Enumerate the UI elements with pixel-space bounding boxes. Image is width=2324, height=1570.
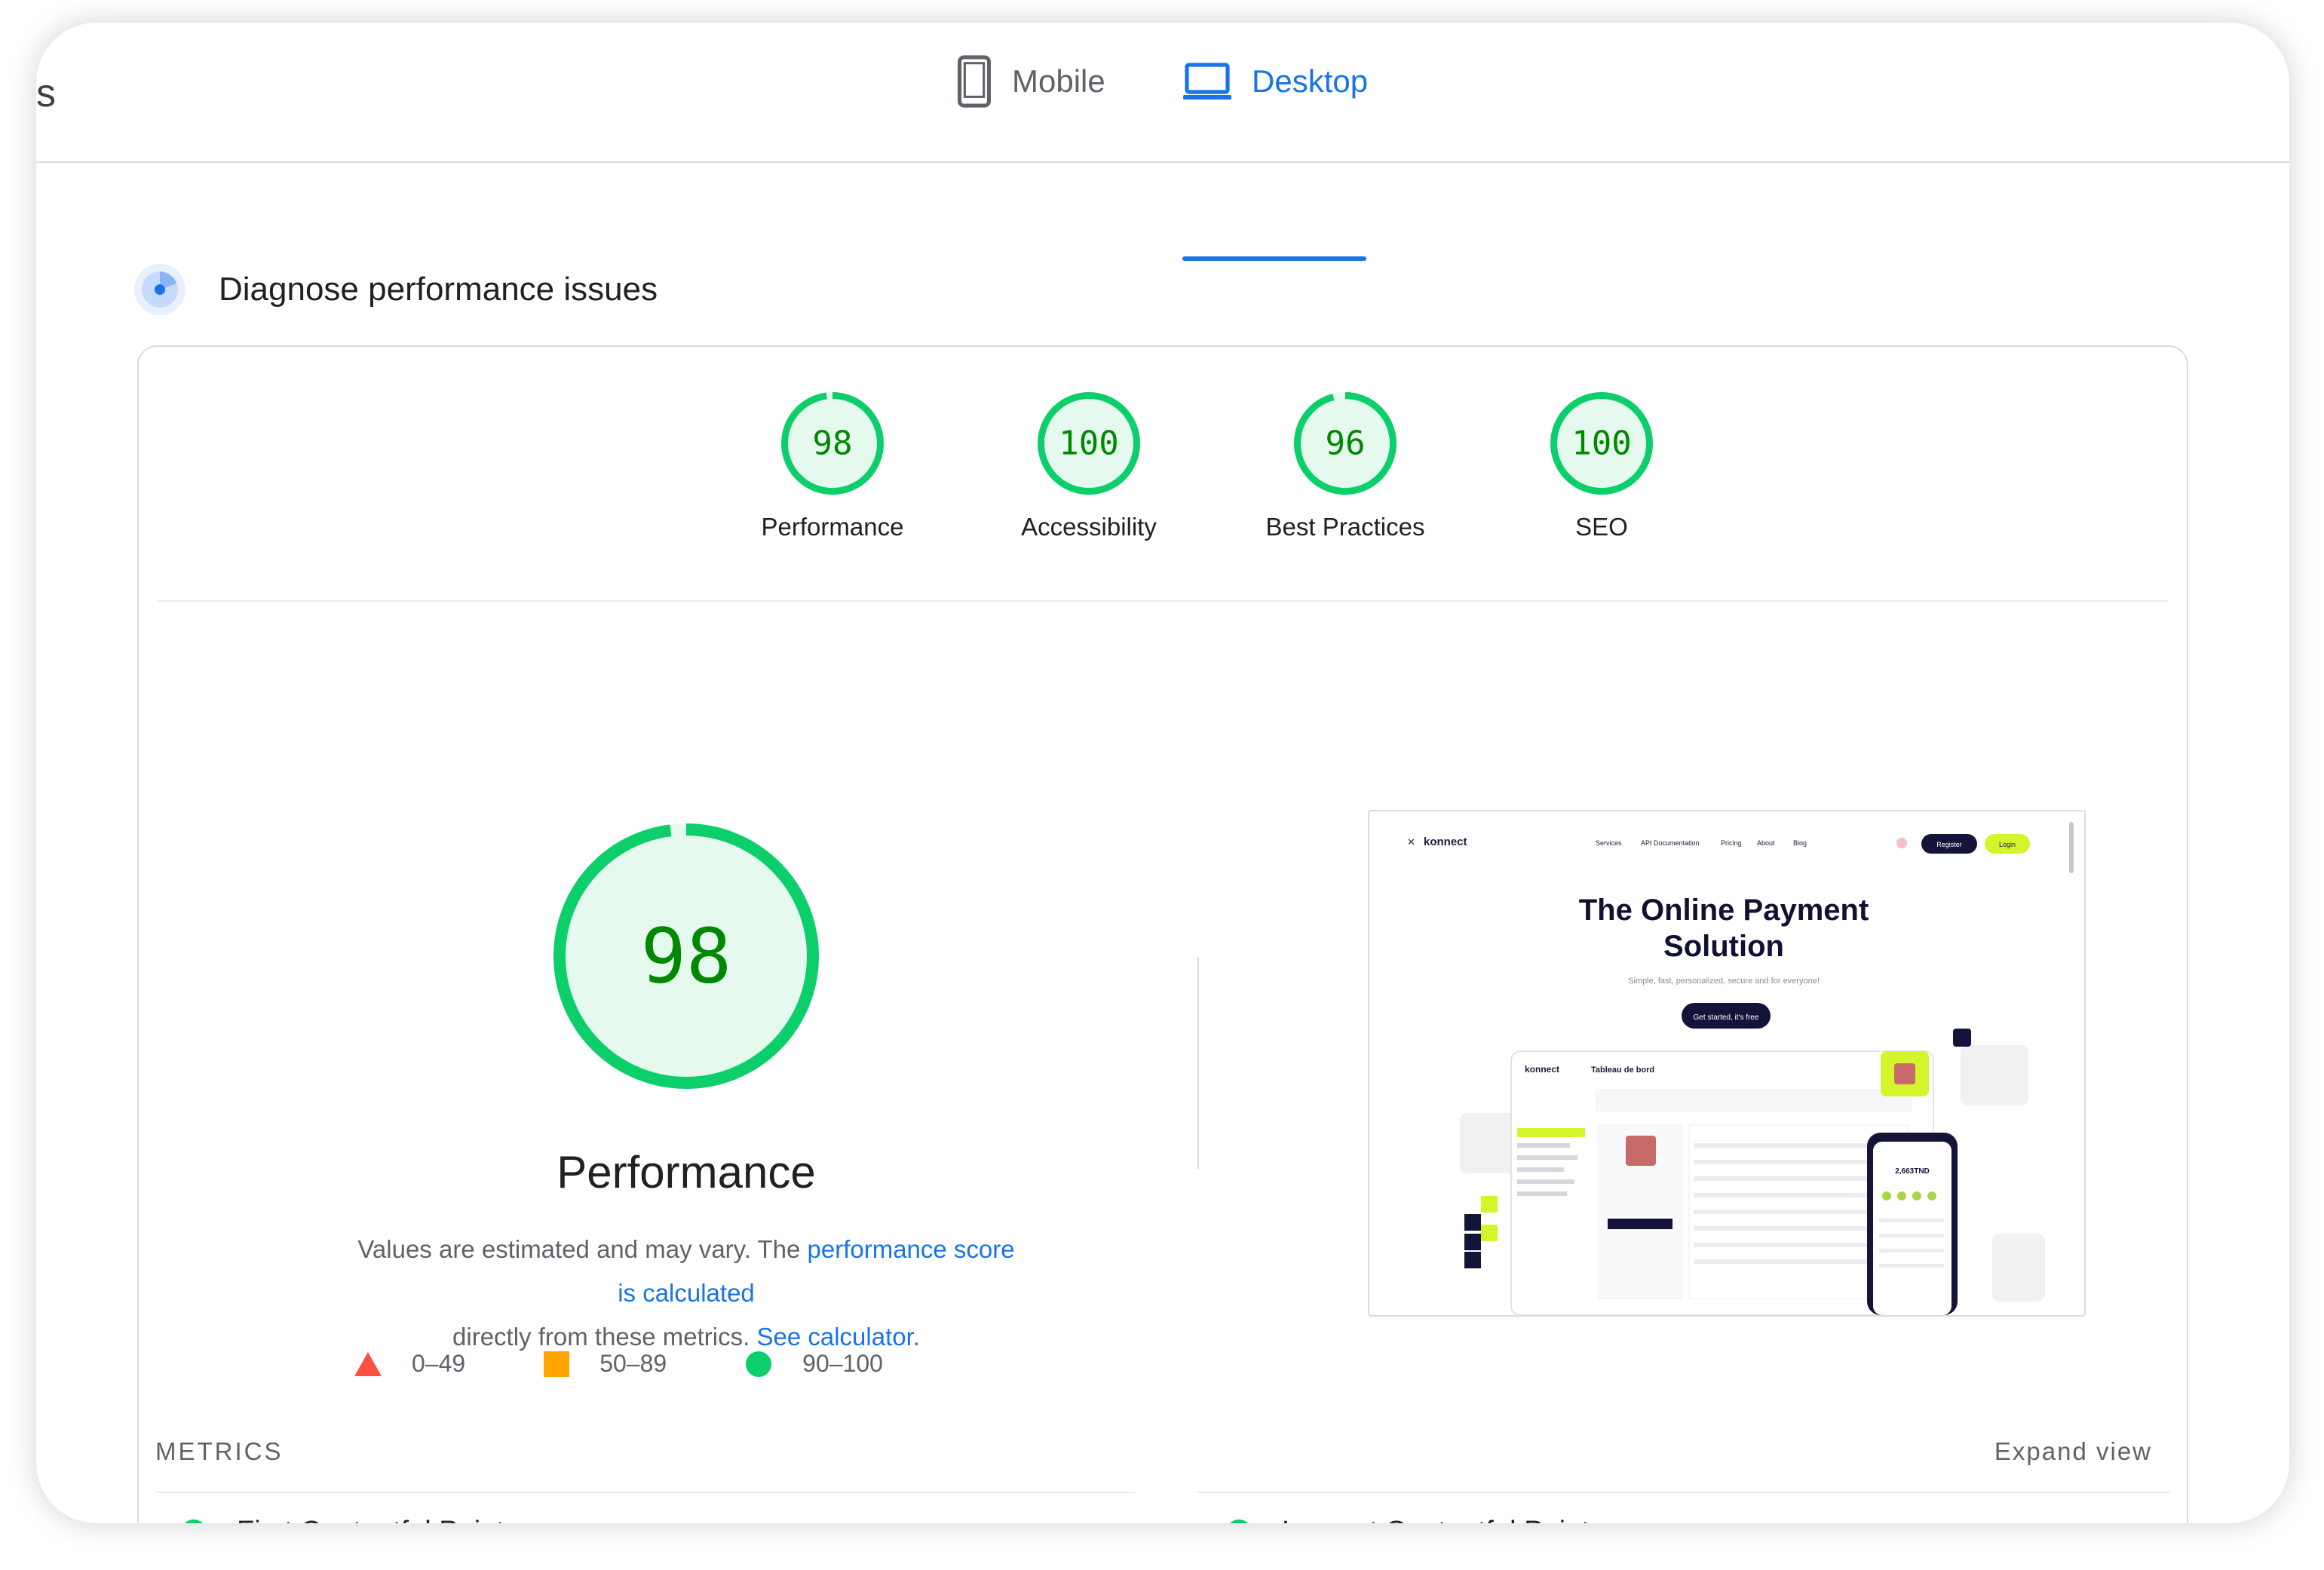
pass-dot-icon: [181, 1519, 207, 1523]
tab-mobile[interactable]: Mobile: [956, 44, 1105, 119]
vertical-divider: [1197, 958, 1199, 1169]
desc-text-3: .: [912, 1323, 920, 1351]
legend-pass: 90–100: [745, 1350, 883, 1378]
active-tab-indicator: [1182, 256, 1366, 261]
triangle-fail-icon: [354, 1351, 382, 1376]
preview-nav-api: API Documentation: [1641, 839, 1700, 847]
score-gauge-3-ring: 100: [1550, 392, 1653, 495]
see-calculator-link[interactable]: See calculator: [756, 1323, 912, 1351]
preview-phone-amount: 2,663TND: [1895, 1167, 1930, 1176]
dash-brand: konnect: [1525, 1064, 1559, 1075]
desc-text-1: Values are estimated and may vary. The: [357, 1235, 808, 1263]
legend-fail: 0–49: [354, 1350, 465, 1378]
score-gauge-1-ring: 100: [1038, 392, 1140, 495]
legend-fail-range: 0–49: [412, 1350, 466, 1377]
score-gauge-label: Accessibility: [1021, 513, 1157, 541]
score-gauge-1-value: 100: [1059, 425, 1118, 463]
desc-text-2: directly from these metrics.: [452, 1323, 757, 1351]
metric-fcp-label: First Contentful Paint: [237, 1516, 504, 1523]
performance-description: Values are estimated and may vary. The p…: [347, 1228, 1026, 1359]
preview-brand: konnect: [1424, 836, 1467, 848]
preview-register: Register: [1936, 841, 1962, 848]
preview-tagline: Simple, fast, personalized, secure and f…: [1628, 977, 1820, 986]
pass-dot-icon: [1226, 1519, 1252, 1523]
score-gauge-label: Performance: [761, 513, 904, 541]
score-gauge-2-value: 96: [1326, 425, 1366, 463]
score-gauge-label: Best Practices: [1265, 513, 1425, 541]
score-gauge-seo[interactable]: 100 SEO: [1489, 391, 1715, 541]
score-gauge-accessibility[interactable]: 100 Accessibility: [976, 391, 1202, 541]
preview-dashboard-title: Tableau de bord: [1591, 1066, 1654, 1075]
preview-nav-services: Services: [1596, 839, 1622, 847]
site-preview-image: ✕ konnect Services API Documentation Pri…: [1369, 811, 2084, 1315]
square-average-icon: [544, 1351, 570, 1377]
metric-lcp-label: Largest Contentful Paint: [1282, 1516, 1590, 1523]
legend-pass-range: 90–100: [802, 1350, 883, 1377]
legend-average: 50–89: [544, 1350, 667, 1378]
performance-title: Performance: [556, 1147, 816, 1197]
diagnose-gauge-icon: [134, 264, 185, 315]
preview-cta: Get started, it's free: [1694, 1013, 1759, 1022]
smartphone-icon: [958, 55, 991, 108]
report-window: s Mobile Desktop Diagnose performance is…: [36, 23, 2289, 1523]
metrics-heading: METRICS: [155, 1437, 284, 1465]
metric-lcp: Largest Contentful Paint: [1226, 1516, 1590, 1523]
diagnose-title: Diagnose performance issues: [219, 271, 658, 308]
performance-big-value: 98: [641, 912, 731, 1001]
circle-pass-icon: [746, 1351, 772, 1377]
metrics-divider-right: [1197, 1492, 2170, 1493]
preview-headline-1: The Online Payment: [1579, 894, 1869, 927]
score-gauge-performance[interactable]: 98 Performance: [719, 391, 946, 541]
preview-nav-pricing: Pricing: [1721, 839, 1742, 847]
score-gauge-0-ring: 98: [781, 392, 884, 495]
metrics-divider-left: [155, 1492, 1136, 1493]
score-gauge-label: SEO: [1575, 513, 1628, 541]
preview-nav-blog: Blog: [1793, 839, 1807, 847]
expand-view-button[interactable]: Expand view: [1994, 1437, 2152, 1466]
performance-big-ring: 98: [553, 823, 819, 1089]
top-bar-text-fragment: s: [36, 72, 56, 115]
score-gauge-2-ring: 96: [1294, 392, 1397, 495]
top-bar: s: [36, 23, 2289, 163]
final-screenshot[interactable]: ✕ konnect Services API Documentation Pri…: [1368, 810, 2086, 1317]
preview-login: Login: [1999, 841, 2016, 848]
tab-desktop-label: Desktop: [1252, 63, 1369, 99]
metric-fcp: First Contentful Paint: [181, 1516, 504, 1523]
tab-mobile-label: Mobile: [1012, 63, 1105, 99]
score-legend: 0–49 50–89 90–100: [354, 1350, 961, 1378]
laptop-icon: [1183, 63, 1231, 100]
report-card: 98 Performance 100 Accessibility 96 Best Pr…: [137, 345, 2188, 1523]
preview-headline-2: Solution: [1663, 930, 1784, 963]
category-scores: 98 Performance 100 Accessibility 96 Best Pr…: [157, 347, 2169, 602]
diagnose-header: Diagnose performance issues: [133, 262, 658, 317]
score-gauge-best-practices[interactable]: 96 Best Practices: [1232, 391, 1458, 541]
preview-nav-about: About: [1757, 839, 1775, 847]
performance-big-gauge: 98: [552, 822, 820, 1090]
tab-desktop[interactable]: Desktop: [1182, 44, 1368, 119]
x-logo-icon: ✕: [1407, 836, 1415, 848]
score-gauge-0-value: 98: [813, 425, 853, 463]
score-gauge-3-value: 100: [1571, 425, 1631, 463]
legend-average-range: 50–89: [599, 1350, 667, 1377]
